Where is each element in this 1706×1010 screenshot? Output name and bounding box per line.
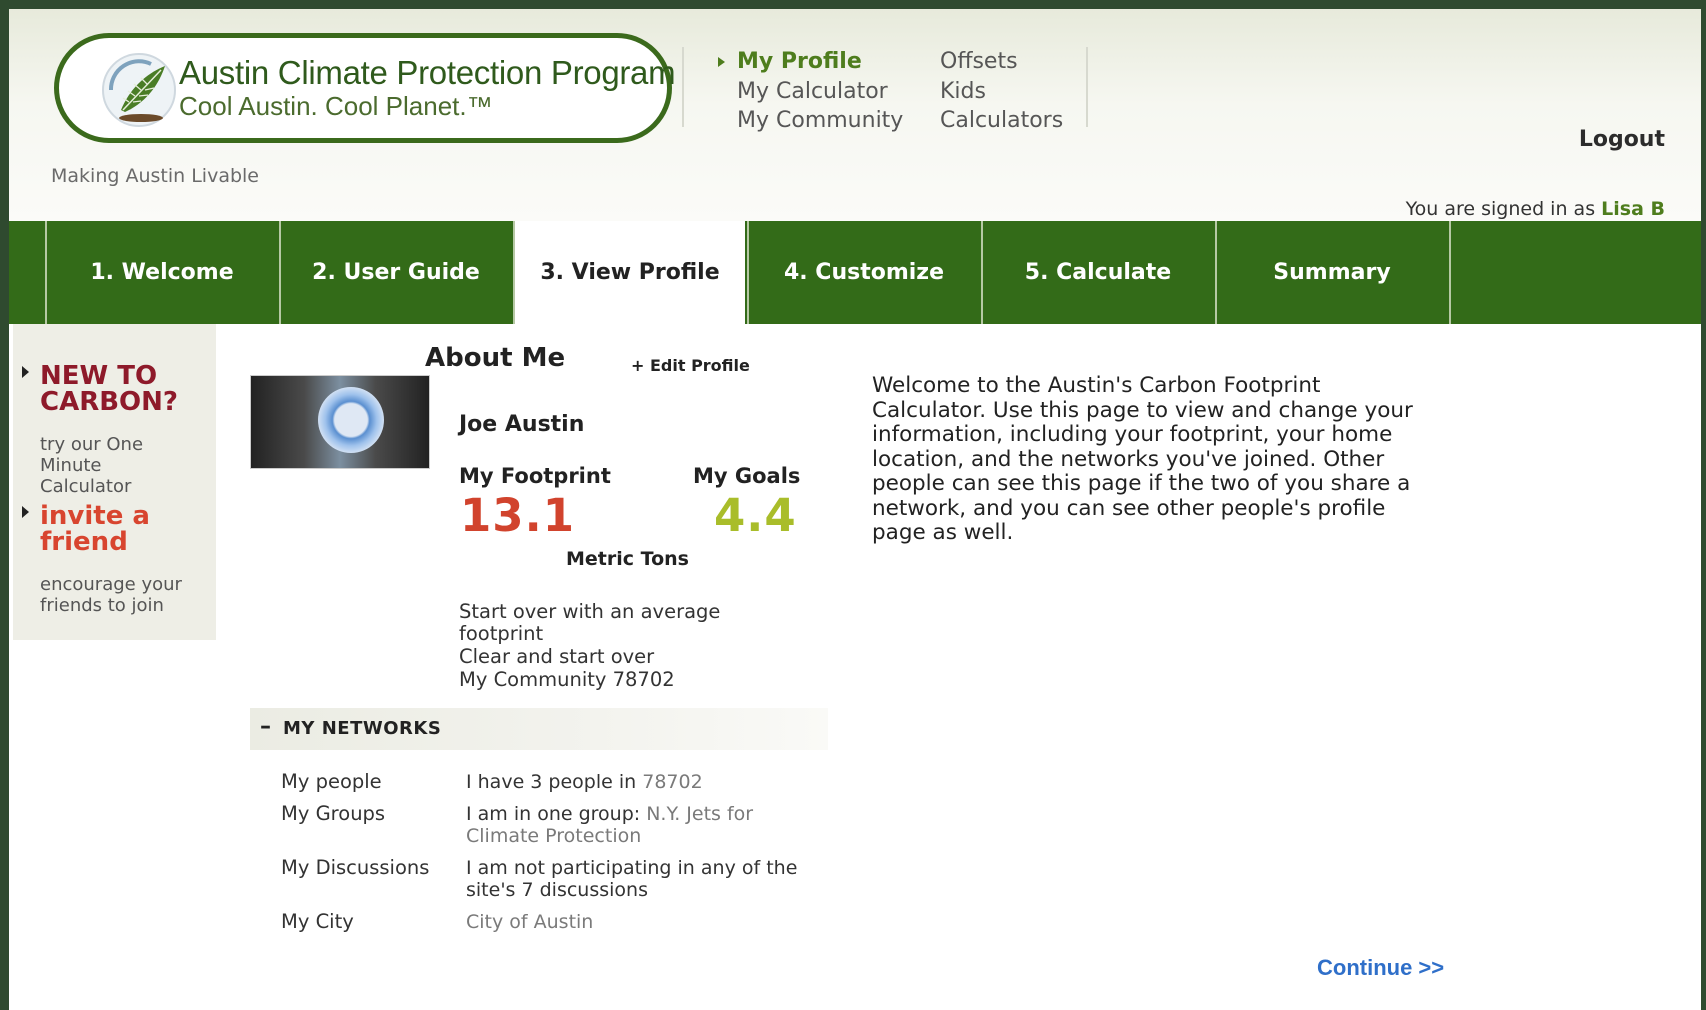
invite-heading: invite a friend [40, 503, 150, 555]
promo-heading-line: CARBON? [40, 387, 178, 417]
nav-kids[interactable]: Kids [940, 77, 1063, 107]
invite-heading-line: invite a [40, 501, 150, 531]
invite-subtext-line: friends to join [40, 595, 164, 616]
network-text: I have 3 people in [466, 771, 643, 793]
avatar-emblem [318, 387, 384, 453]
tab-customize[interactable]: 4. Customize [747, 221, 979, 324]
promo-heading-line: NEW TO [40, 361, 158, 391]
continue-link[interactable]: Continue >> [1317, 955, 1444, 981]
top-nav-secondary: Offsets Kids Calculators [940, 47, 1063, 136]
arrow-right-icon [22, 366, 29, 378]
network-link[interactable]: 78702 [642, 771, 702, 793]
promo-subtext-line: Calculator [40, 476, 132, 497]
tab-empty [1449, 221, 1681, 324]
top-nav-primary: My Profile My Calculator My Community [718, 47, 903, 136]
promo-subtext-line: Minute [40, 455, 102, 476]
network-text: I am in one group: [466, 803, 647, 825]
about-me-heading: About Me [425, 343, 566, 373]
network-value: City of Austin [466, 911, 828, 933]
header: Austin Climate Protection Program Cool A… [9, 9, 1701, 221]
invite-heading-line: friend [40, 527, 128, 557]
footprint-value: 13.1 [460, 489, 576, 542]
tab-calculate[interactable]: 5. Calculate [981, 221, 1213, 324]
network-label: My City [281, 910, 354, 933]
signed-in-prefix: You are signed in as [1405, 198, 1596, 220]
promo-subtext: try our One Minute Calculator [40, 434, 143, 497]
invite-subtext-line: encourage your [40, 574, 182, 595]
arrow-right-icon [22, 506, 29, 518]
signed-in-status: You are signed in as Lisa B [1406, 198, 1665, 220]
nav-divider [1086, 47, 1088, 127]
tab-view-profile[interactable]: 3. View Profile [513, 221, 745, 324]
promo-subtext-line: try our One [40, 434, 144, 455]
nav-my-community[interactable]: My Community [737, 106, 903, 136]
signed-in-user[interactable]: Lisa B [1601, 198, 1665, 220]
logo-slogan: Cool Austin. Cool Planet.™ [179, 91, 493, 121]
logo-title: Austin Climate Protection Program [179, 54, 676, 91]
collapse-icon[interactable]: – [260, 714, 271, 739]
step-tabs: 1. Welcome 2. User Guide 3. View Profile… [9, 221, 1701, 324]
page-frame: Austin Climate Protection Program Cool A… [9, 9, 1701, 1010]
start-over-average-link[interactable]: Start over with an average footprint [459, 601, 749, 645]
network-value: I have 3 people in 78702 [466, 771, 828, 793]
networks-title: MY NETWORKS [283, 718, 442, 739]
my-community-link[interactable]: My Community 78702 [459, 669, 675, 691]
goals-label: My Goals [693, 464, 801, 488]
leaf-logo-icon [102, 53, 176, 127]
promo-heading: NEW TO CARBON? [40, 363, 178, 415]
logout-link[interactable]: Logout [1579, 127, 1665, 152]
nav-calculators[interactable]: Calculators [940, 106, 1063, 136]
tab-welcome[interactable]: 1. Welcome [45, 221, 277, 324]
goals-value: 4.4 [714, 489, 797, 542]
network-value: I am in one group: N.Y. Jets for Climate… [466, 803, 828, 847]
nav-offsets[interactable]: Offsets [940, 47, 1063, 77]
invite-subtext: encourage your friends to join [40, 574, 182, 616]
network-text: I am not participating in any of the sit… [466, 857, 798, 901]
edit-profile-link[interactable]: + Edit Profile [631, 356, 750, 375]
left-sidebar: NEW TO CARBON? try our One Minute Calcul… [13, 324, 216, 640]
user-name: Joe Austin [459, 412, 585, 437]
avatar [250, 375, 430, 469]
units-label: Metric Tons [566, 548, 689, 570]
network-label: My Discussions [281, 856, 430, 879]
clear-start-over-link[interactable]: Clear and start over [459, 646, 654, 668]
active-arrow-icon [718, 57, 725, 67]
network-label: My people [281, 770, 382, 793]
network-link[interactable]: City of Austin [466, 911, 593, 933]
network-value: I am not participating in any of the sit… [466, 857, 828, 901]
tab-summary[interactable]: Summary [1215, 221, 1447, 324]
welcome-description: Welcome to the Austin's Carbon Footprint… [872, 373, 1413, 545]
logo[interactable]: Austin Climate Protection Program Cool A… [54, 33, 676, 143]
nav-my-profile[interactable]: My Profile [737, 47, 903, 77]
network-label: My Groups [281, 802, 386, 825]
nav-divider [682, 47, 684, 127]
networks-section-header[interactable]: – MY NETWORKS [250, 708, 828, 750]
nav-my-calculator[interactable]: My Calculator [737, 77, 903, 107]
footprint-label: My Footprint [459, 464, 611, 488]
tagline: Making Austin Livable [51, 165, 259, 187]
tab-user-guide[interactable]: 2. User Guide [279, 221, 511, 324]
